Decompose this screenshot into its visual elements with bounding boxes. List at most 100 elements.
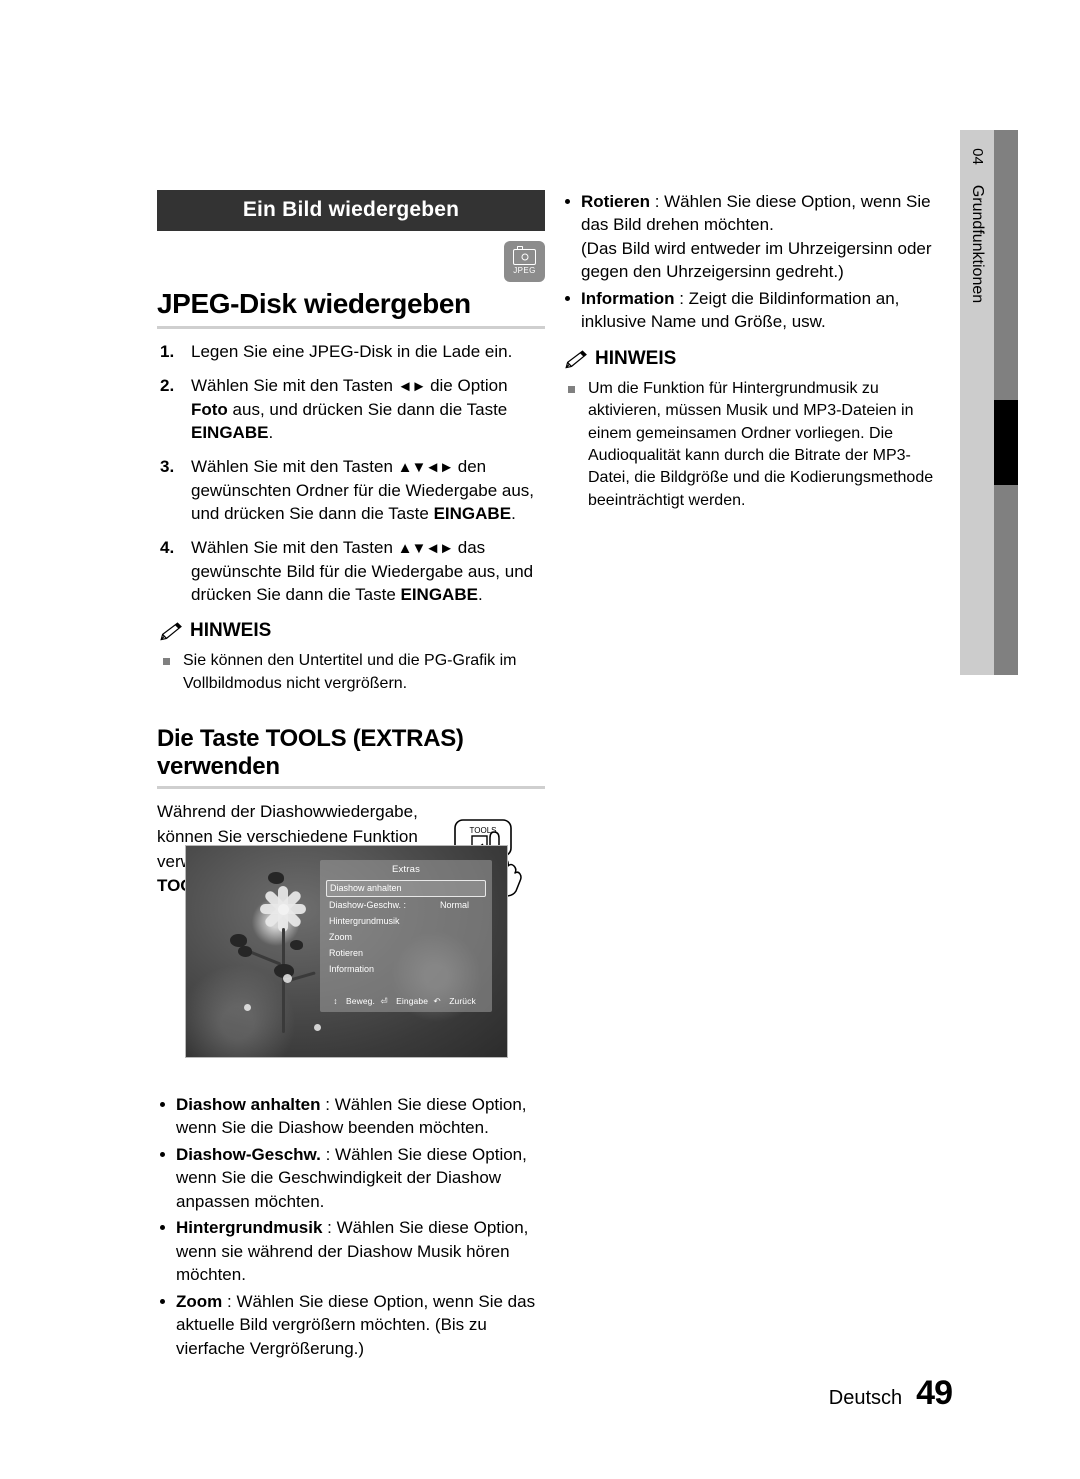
option-separator: : xyxy=(674,288,689,308)
flower-graphic xyxy=(258,884,308,934)
osd-item-label: Zoom xyxy=(329,932,353,942)
chapter-number-text: 04 xyxy=(968,148,986,165)
osd-hint-return: Zurück xyxy=(449,996,476,1006)
chapter-name-text: Grundfunktionen xyxy=(969,184,986,304)
osd-item-list: Diashow anhalten Diashow-Geschw. : Norma… xyxy=(320,880,492,977)
option-term: Diashow anhalten xyxy=(176,1095,321,1114)
small-flower-graphic xyxy=(244,1004,251,1011)
updown-arrow-icon: ↕ xyxy=(333,996,338,1006)
option-item-rotieren: Rotieren : Wählen Sie diese Option, wenn… xyxy=(562,190,952,284)
option-item-hintergrundmusik: Hintergrundmusik : Wählen Sie diese Opti… xyxy=(157,1216,547,1286)
note-heading-row: HINWEIS xyxy=(562,348,952,370)
osd-item-value: Normal xyxy=(439,900,469,910)
step-text-part: . xyxy=(268,422,274,442)
option-term: Zoom xyxy=(176,1291,223,1311)
step-number: 3. xyxy=(160,457,175,477)
title-rule xyxy=(157,325,545,329)
slideshow-screenshot: Extras Diashow anhalten Diashow-Geschw. … xyxy=(185,845,508,1058)
osd-item-information[interactable]: Information xyxy=(326,961,486,977)
osd-item-rotieren[interactable]: Rotieren xyxy=(326,945,486,961)
note-item: Sie können den Untertitel und die PG-Gra… xyxy=(157,650,545,695)
step-number: 2. xyxy=(160,376,175,396)
osd-item-label: Diashow anhalten xyxy=(330,883,402,893)
right-option-list: Rotieren : Wählen Sie diese Option, wenn… xyxy=(562,190,952,334)
note-list: Um die Funktion für Hintergrundmusik zu … xyxy=(562,378,952,512)
note-list: Sie können den Untertitel und die PG-Gra… xyxy=(157,650,545,695)
osd-item-hintergrundmusik[interactable]: Hintergrundmusik xyxy=(326,913,486,929)
osd-hint-enter: Eingabe xyxy=(396,996,429,1006)
option-term: Hintergrundmusik xyxy=(176,1218,323,1238)
dot-bullet-icon xyxy=(160,1102,165,1107)
step-item: 3. Wählen Sie mit den Tasten ▲▼◄► den ge… xyxy=(157,455,545,525)
step-text-part: Wählen Sie mit den Tasten xyxy=(191,376,398,396)
dot-bullet-icon xyxy=(565,199,570,204)
option-item-diashow-anhalten: Diashow anhalten : Wählen Sie diese Opti… xyxy=(157,1093,547,1140)
osd-item-label: Information xyxy=(329,964,375,974)
chapter-side-tab: 04 Grundfunktionen xyxy=(960,130,1018,675)
left-column: Ein Bild wiedergeben JPEG JPEG-Disk wied… xyxy=(157,190,545,900)
bud-graphic xyxy=(268,872,284,884)
jpeg-media-badge: JPEG xyxy=(504,241,545,282)
note-heading-row: HINWEIS xyxy=(157,620,545,642)
note-item-text: Sie können den Untertitel und die PG-Gra… xyxy=(183,652,517,692)
right-column: Rotieren : Wählen Sie diese Option, wenn… xyxy=(562,190,952,518)
osd-hint-move: Beweg. xyxy=(346,996,375,1006)
camera-icon xyxy=(513,246,536,265)
step-item: 4. Wählen Sie mit den Tasten ▲▼◄► das ge… xyxy=(157,536,545,606)
osd-title: Extras xyxy=(391,864,421,875)
option-separator: : xyxy=(320,1095,335,1114)
note-item: Um die Funktion für Hintergrundmusik zu … xyxy=(562,378,952,512)
option-separator: : xyxy=(320,1144,336,1164)
osd-item-diashow-geschw[interactable]: Diashow-Geschw. : Normal xyxy=(326,897,486,913)
osd-footer-hints: ↕ Beweg. ⏎ Eingabe ↶ Zurück xyxy=(320,996,492,1007)
step-bold-term: Foto xyxy=(191,399,228,419)
bud-graphic xyxy=(238,946,252,957)
dot-bullet-icon xyxy=(565,295,570,301)
option-term: Information xyxy=(581,288,675,308)
step-bold-term: EINGABE xyxy=(191,422,269,442)
step-bold-term: EINGABE xyxy=(400,585,478,605)
note-item-text: Um die Funktion für Hintergrundmusik zu … xyxy=(588,379,934,509)
badge-row: JPEG xyxy=(157,231,545,289)
step-text-part: Wählen Sie mit den Tasten xyxy=(191,538,398,558)
step-number: 1. xyxy=(160,341,175,361)
dot-bullet-icon xyxy=(160,1151,165,1157)
tools-title-rule xyxy=(157,786,545,790)
option-separator: : xyxy=(222,1291,237,1311)
small-flower-graphic xyxy=(283,974,292,983)
chapter-number: 04 xyxy=(962,148,992,165)
option-extra: (Das Bild wird entweder im Uhrzeigersinn… xyxy=(581,238,932,282)
step-item: 2. Wählen Sie mit den Tasten ◄► die Opti… xyxy=(157,374,545,444)
side-tab-black-marker xyxy=(994,400,1018,485)
option-item-zoom: Zoom : Wählen Sie diese Option, wenn Sie… xyxy=(157,1290,547,1360)
step-text-part: Wählen Sie mit den Tasten xyxy=(191,457,398,477)
osd-item-label: Diashow-Geschw. : xyxy=(329,900,407,910)
option-separator: : xyxy=(649,192,665,211)
direction-arrows-icon: ▲▼◄► xyxy=(397,459,454,477)
jpeg-badge-label: JPEG xyxy=(513,265,536,275)
direction-arrows-icon: ◄► xyxy=(397,378,427,396)
page-footer: Deutsch 49 xyxy=(828,1374,953,1413)
tools-section-title: Die Taste TOOLS (EXTRAS) verwenden xyxy=(157,725,464,780)
pencil-icon xyxy=(160,622,182,641)
enter-icon: ⏎ xyxy=(380,996,388,1006)
step-text-part: . xyxy=(477,585,483,605)
dot-bullet-icon xyxy=(160,1225,165,1231)
numbered-steps: 1. Legen Sie eine JPEG-Disk in die Lade … xyxy=(157,340,545,607)
step-item: 1. Legen Sie eine JPEG-Disk in die Lade … xyxy=(157,340,545,363)
square-bullet-icon xyxy=(163,658,170,666)
dot-bullet-icon xyxy=(160,1298,165,1304)
step-text-part: aus, und drücken Sie dann die Taste xyxy=(227,399,508,419)
osd-item-zoom[interactable]: Zoom xyxy=(326,929,486,945)
square-bullet-icon xyxy=(568,385,575,393)
step-bold-term: EINGABE xyxy=(433,504,512,524)
manual-page: 04 Grundfunktionen Ein Bild wiedergeben … xyxy=(0,0,1080,1479)
osd-item-diashow-anhalten[interactable]: Diashow anhalten xyxy=(326,880,486,897)
page-title: JPEG-Disk wiedergeben xyxy=(157,288,471,319)
bud-graphic xyxy=(290,940,303,950)
note-heading-text: HINWEIS xyxy=(595,347,677,369)
osd-extras-menu[interactable]: Extras Diashow anhalten Diashow-Geschw. … xyxy=(320,860,492,1012)
small-flower-graphic xyxy=(314,1024,321,1031)
footer-language: Deutsch xyxy=(828,1387,903,1409)
step-text-part: . xyxy=(511,504,516,524)
